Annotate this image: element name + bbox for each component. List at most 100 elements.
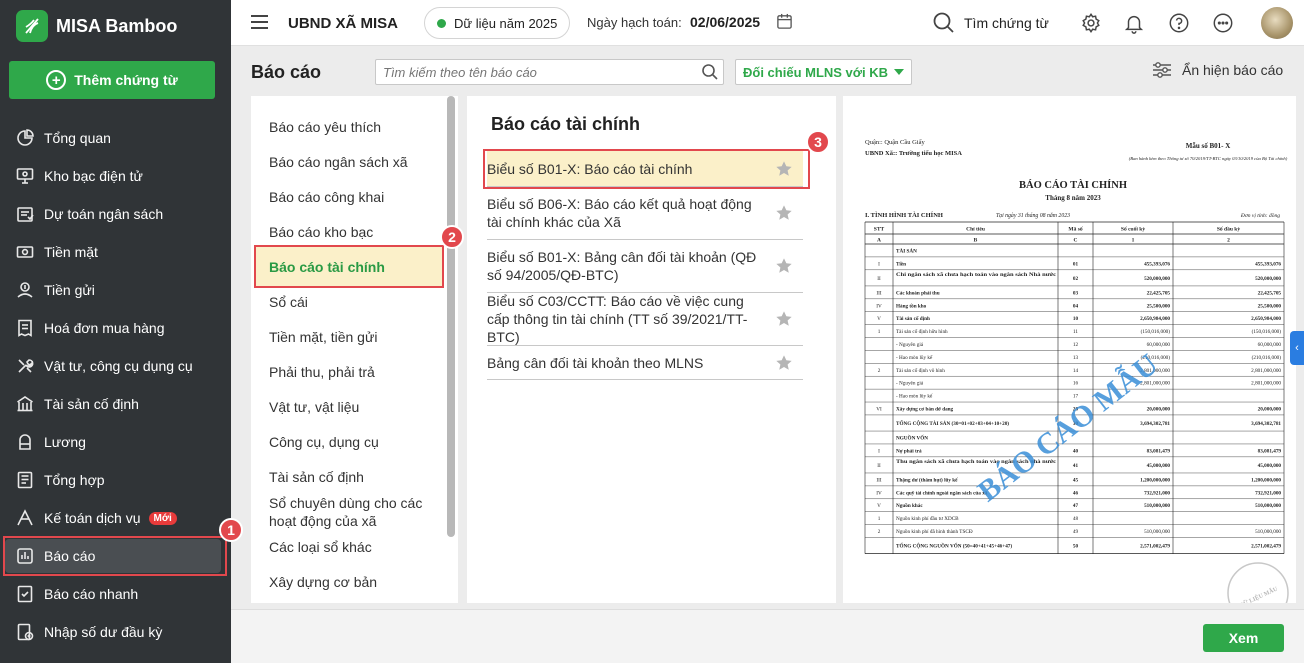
report-category-item[interactable]: Sổ cái <box>269 293 439 311</box>
add-voucher-button[interactable]: + Thêm chứng từ <box>9 61 215 99</box>
report-category-item[interactable]: Báo cáo kho bạc <box>269 223 439 241</box>
report-category-item[interactable]: Báo cáo yêu thích <box>269 118 439 136</box>
preview-cell: TỔNG CỘNG NGUỒN VỐN (50=40+41+45+46+47) <box>896 542 1012 550</box>
preview-cell: 520,000,000 <box>1255 276 1281 282</box>
top-header: UBND XÃ MISA Dữ liệu năm 2025 Ngày hạch … <box>231 0 1304 46</box>
quick-report-icon <box>16 585 34 603</box>
report-category-item[interactable]: Báo cáo công khai <box>269 188 439 206</box>
monitor-icon <box>16 167 34 185</box>
pie-chart-icon <box>16 129 34 147</box>
report-category-item[interactable]: Sổ chuyên dùng cho các hoạt động của xã <box>269 494 439 530</box>
bamboo-icon <box>16 10 48 42</box>
sidebar-item-opening-balance[interactable]: Nhập số dư đầu kỳ <box>0 615 231 649</box>
preview-cell: 01 <box>1073 261 1079 267</box>
preview-cell: 14 <box>1073 368 1079 374</box>
deposit-icon <box>16 281 34 299</box>
preview-cell: 2,650,984,000 <box>1251 316 1281 322</box>
org-name[interactable]: UBND XÃ MISA <box>288 15 398 32</box>
report-search-input[interactable] <box>376 60 686 84</box>
preview-watermark: BÁO CÁO MẪU <box>971 347 1164 508</box>
favorite-star-icon[interactable] <box>775 354 793 372</box>
favorite-star-icon[interactable] <box>775 204 793 222</box>
preview-cell: Thặng dư (thâm hụt) lũy kế <box>896 476 958 483</box>
preview-column-code: C <box>1074 238 1078 244</box>
report-list-item[interactable]: Biểu số C03/CCTT: Báo cáo về việc cung c… <box>487 293 803 346</box>
report-search-field[interactable] <box>375 59 724 85</box>
preview-cell: IV <box>876 303 882 309</box>
preview-cell: 2,571,002,479 <box>1140 544 1170 550</box>
data-year-label: Dữ liệu năm 2025 <box>454 15 558 31</box>
preview-column-header: Số đầu kỳ <box>1217 226 1240 233</box>
preview-cell: 60,000,000 <box>1258 342 1282 348</box>
user-avatar[interactable] <box>1261 7 1293 39</box>
view-report-button[interactable]: Xem <box>1203 624 1284 652</box>
reconcile-filter-dropdown[interactable]: Đối chiếu MLNS với KB <box>735 59 912 85</box>
report-list-item[interactable]: Biểu số B01-X: Bảng cân đối tài khoản (Q… <box>487 240 803 293</box>
sidebar-item-budget[interactable]: Dự toán ngân sách <box>0 197 231 231</box>
posting-date-label: Ngày hạch toán: <box>587 15 682 30</box>
notification-bell-icon[interactable] <box>1123 12 1145 34</box>
report-category-item[interactable]: Vật tư, vật liệu <box>269 398 439 416</box>
preview-cell: 732,921,000 <box>1144 490 1170 496</box>
sidebar-item-invoice[interactable]: Hoá đơn mua hàng <box>0 311 231 345</box>
preview-cell: 50 <box>1073 544 1079 550</box>
favorite-star-icon[interactable] <box>775 257 793 275</box>
preview-cell: 520,000,000 <box>1144 276 1170 282</box>
sidebar-item-monitor[interactable]: Kho bạc điện tử <box>0 159 231 193</box>
sidebar-item-service[interactable]: Kế toán dịch vụ Mới <box>0 501 231 535</box>
search-voucher-button[interactable]: Tìm chứng từ <box>932 11 1049 35</box>
sidebar-item-building[interactable]: Tài sản cố định <box>0 387 231 421</box>
sidebar-item-label: Tiền mặt <box>44 244 98 260</box>
preview-stamp-text: DỮ LIỆU MẪU <box>1238 584 1279 603</box>
data-year-selector[interactable]: Dữ liệu năm 2025 <box>424 7 571 39</box>
app-logo[interactable]: MISA Bamboo <box>16 10 177 42</box>
report-list-item[interactable]: Biểu số B06-X: Báo cáo kết quả hoạt động… <box>487 187 803 240</box>
report-preview-document: Quận:: Quận Cầu GiấyUBND Xã:: Trường tiể… <box>864 139 1289 624</box>
collapse-panel-chevron-icon[interactable]: ‹ <box>1290 331 1304 365</box>
preview-cell: Hàng tồn kho <box>896 302 927 309</box>
preview-column-code: 1 <box>1132 238 1135 244</box>
highlight-box-reports-menu <box>3 536 227 576</box>
report-category-item[interactable]: Công cụ, dụng cụ <box>269 433 439 451</box>
sidebar-item-cash[interactable]: Tiền mặt <box>0 235 231 269</box>
report-category-item[interactable]: Các loại sổ khác <box>269 538 439 556</box>
favorite-star-icon[interactable] <box>775 310 793 328</box>
preview-cell: III <box>876 290 881 296</box>
add-voucher-label: Thêm chứng từ <box>74 72 178 88</box>
preview-cell: 510,000,000 <box>1144 503 1170 509</box>
category-scrollbar[interactable] <box>447 96 455 537</box>
preview-column-code: B <box>974 238 978 244</box>
preview-cell: 03 <box>1073 290 1079 296</box>
preview-cell: 2 <box>878 529 881 535</box>
search-icon[interactable] <box>701 63 719 81</box>
hamburger-menu-icon[interactable] <box>251 15 268 29</box>
posting-date-value[interactable]: 02/06/2025 <box>690 14 760 30</box>
sidebar-item-quick-report[interactable]: Báo cáo nhanh <box>0 577 231 611</box>
help-question-icon[interactable] <box>1168 12 1190 34</box>
toggle-report-visibility-button[interactable]: Ẩn hiện báo cáo <box>1152 62 1283 78</box>
more-options-icon[interactable] <box>1212 12 1234 34</box>
report-category-item[interactable]: Tiền mặt, tiền gửi <box>269 328 439 346</box>
sidebar-item-tools[interactable]: Vật tư, công cụ dụng cụ <box>0 349 231 383</box>
preview-cell: 455,393,076 <box>1255 261 1281 267</box>
preview-cell: 455,393,076 <box>1144 261 1170 267</box>
sidebar-item-deposit[interactable]: Tiền gửi <box>0 273 231 307</box>
calendar-icon[interactable] <box>776 13 793 30</box>
preview-cell: Nợ phải trả <box>896 448 922 454</box>
report-category-item[interactable]: Xây dựng cơ bản <box>269 573 439 591</box>
preview-column-code: 2 <box>1227 238 1230 244</box>
report-category-item[interactable]: Tài sản cố định <box>269 468 439 486</box>
report-category-item[interactable]: Báo cáo ngân sách xã <box>269 153 439 171</box>
preview-cell: 510,000,000 <box>1255 529 1281 535</box>
report-category-item[interactable]: Phải thu, phải trả <box>269 363 439 381</box>
settings-gear-icon[interactable] <box>1080 12 1102 34</box>
sidebar-item-pie-chart[interactable]: Tổng quan <box>0 121 231 155</box>
step-badge-1: 1 <box>219 518 243 542</box>
preview-cell: Nguồn khác <box>896 502 923 509</box>
sidebar-item-salary[interactable]: Lương <box>0 425 231 459</box>
reconcile-filter-value: Đối chiếu MLNS với KB <box>743 64 889 80</box>
sidebar-item-label: Tổng quan <box>44 130 111 146</box>
report-list-item[interactable]: Bảng cân đối tài khoản theo MLNS <box>487 346 803 380</box>
sidebar-item-summary[interactable]: Tổng hợp <box>0 463 231 497</box>
preview-cell: 2,571,002,479 <box>1251 544 1281 550</box>
